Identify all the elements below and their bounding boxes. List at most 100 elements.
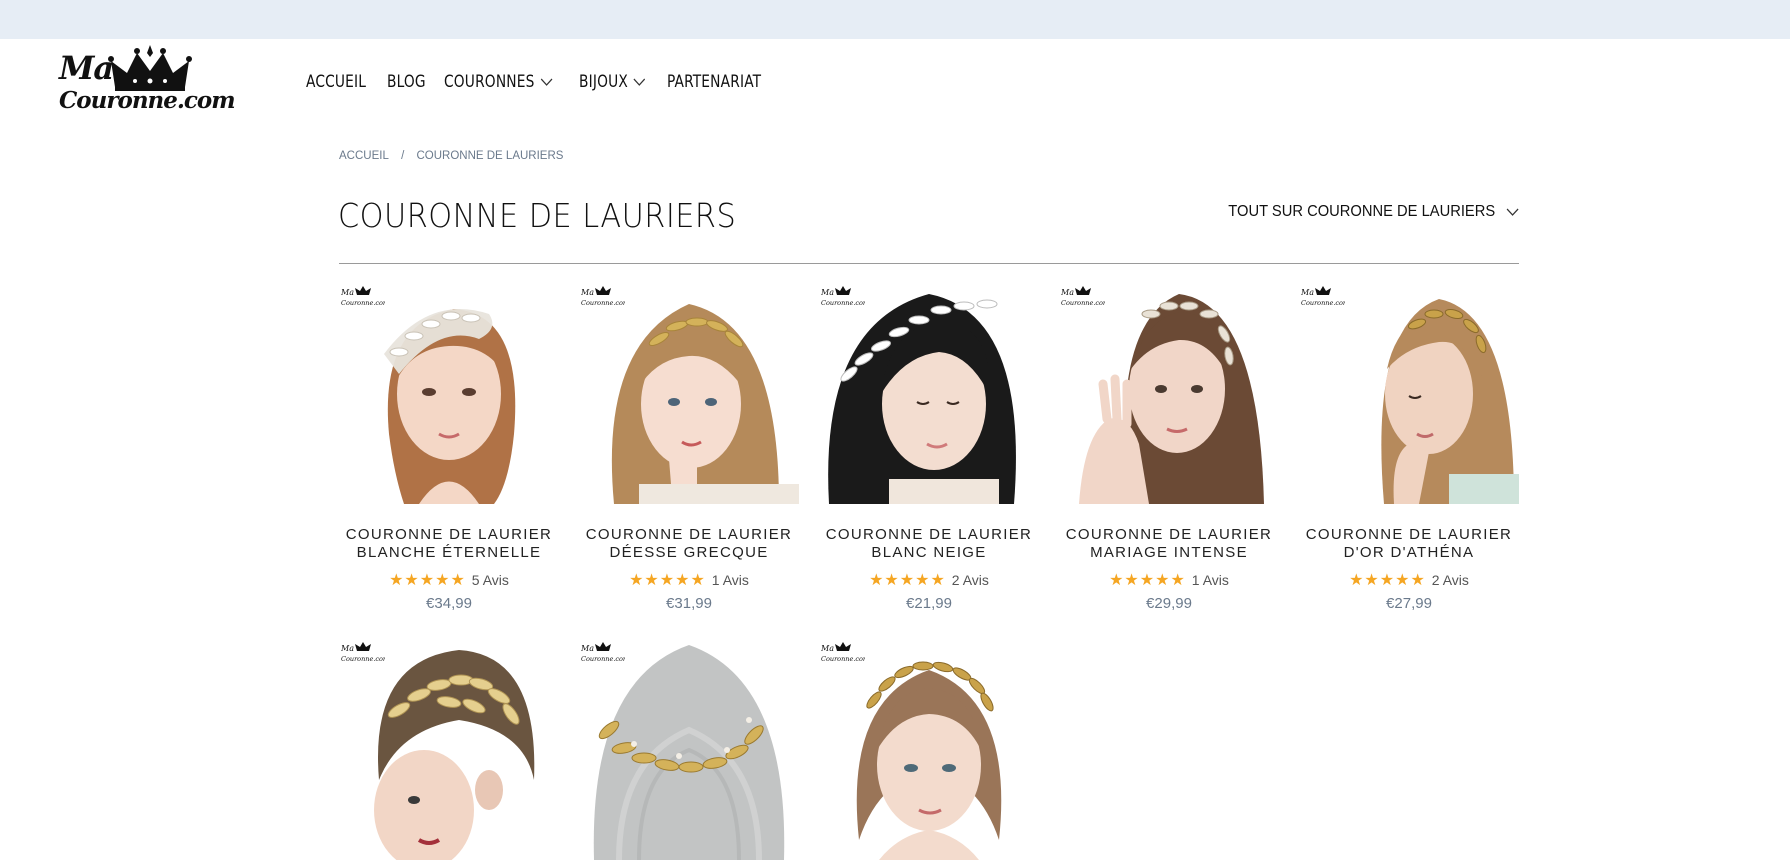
- product-photo-model: [579, 284, 799, 504]
- product-title[interactable]: COURONNE DE LAURIER BLANCHE ÉTERNELLE: [339, 526, 559, 562]
- nav-item-partenariat[interactable]: PARTENARIAT: [667, 72, 761, 92]
- star-icon: ★★★★★: [629, 572, 706, 589]
- product-card[interactable]: Ma Couronne.com COURONNE DE LAURIER BLAN…: [819, 284, 1039, 612]
- svg-text:Ma: Ma: [581, 644, 594, 653]
- nav-item-accueil[interactable]: ACCUEIL: [306, 72, 366, 92]
- nav-item-couronnes[interactable]: COURONNES: [444, 72, 553, 92]
- nav-item-label: COURONNES: [443, 72, 535, 92]
- product-price: €31,99: [666, 595, 712, 612]
- breadcrumb: ACCUEIL / COURONNE DE LAURIERS: [339, 150, 563, 162]
- svg-text:Couronne.com: Couronne.com: [821, 299, 865, 307]
- chevron-down-icon: [1506, 208, 1519, 216]
- filter-label: TOUT SUR COURONNE DE LAURIERS: [1228, 203, 1496, 220]
- breadcrumb-current: COURONNE DE LAURIERS: [416, 150, 564, 162]
- product-photo-model: [1299, 284, 1519, 504]
- logo-word-ma: Ma: [59, 49, 114, 87]
- nav-item-label: BIJOUX: [578, 72, 628, 92]
- review-count[interactable]: 5 Avis: [472, 572, 509, 588]
- product-title[interactable]: COURONNE DE LAURIER BLANC NEIGE: [819, 526, 1039, 562]
- main-nav: ACCUEIL BLOG COURONNES BIJOUX PARTENARIA…: [306, 70, 786, 94]
- review-count[interactable]: 2 Avis: [952, 572, 989, 588]
- product-photo-model: [1059, 284, 1279, 504]
- svg-text:Couronne.com: Couronne.com: [581, 655, 625, 663]
- crown-icon: [108, 45, 192, 91]
- watermark-crown-icon: Ma Couronne.com: [821, 642, 865, 663]
- nav-item-label: ACCUEIL: [306, 72, 367, 92]
- product-image[interactable]: Ma Couronne.com: [1059, 284, 1279, 504]
- product-image[interactable]: Ma Couronne.com: [339, 640, 559, 860]
- top-announcement-bar: [0, 0, 1790, 39]
- site-logo[interactable]: Ma Couronne.com: [57, 43, 236, 123]
- product-price: €27,99: [1386, 595, 1432, 612]
- product-rating: ★★★★★ 2 Avis: [1299, 570, 1519, 590]
- svg-text:Ma: Ma: [581, 288, 594, 297]
- product-card[interactable]: Ma Couronne.com COURONNE DE LAURIER DÉES…: [579, 284, 799, 612]
- product-photo-model: [819, 284, 1039, 504]
- product-image[interactable]: Ma Couronne.com: [339, 284, 559, 504]
- watermark-crown-icon: Ma Couronne.com: [1301, 286, 1345, 307]
- watermark-crown-icon: Ma Couronne.com: [341, 286, 385, 307]
- product-card[interactable]: Ma Couronne.com: [579, 640, 799, 860]
- nav-item-bijoux[interactable]: BIJOUX: [579, 72, 646, 92]
- chevron-down-icon: [633, 78, 646, 86]
- title-divider: [339, 263, 1519, 264]
- product-photo-model: [579, 640, 799, 860]
- watermark-crown-icon: Ma Couronne.com: [1061, 286, 1105, 307]
- product-rating: ★★★★★ 1 Avis: [1059, 570, 1279, 590]
- star-icon: ★★★★★: [1349, 572, 1426, 589]
- collection-filter-dropdown[interactable]: TOUT SUR COURONNE DE LAURIERS: [1228, 203, 1519, 221]
- product-title[interactable]: COURONNE DE LAURIER MARIAGE INTENSE: [1059, 526, 1279, 562]
- product-rating: ★★★★★ 1 Avis: [579, 570, 799, 590]
- product-price: €29,99: [1146, 595, 1192, 612]
- breadcrumb-separator: /: [401, 150, 405, 162]
- watermark-crown-icon: Ma Couronne.com: [581, 642, 625, 663]
- svg-text:Ma: Ma: [1301, 288, 1314, 297]
- chevron-down-icon: [540, 78, 552, 86]
- logo-word-couronne: Couronne.com: [59, 87, 236, 114]
- svg-text:Couronne.com: Couronne.com: [341, 655, 385, 663]
- product-card[interactable]: Ma Couronne.com COURONNE DE LAURIER D'OR…: [1299, 284, 1519, 612]
- product-photo-model: [339, 640, 559, 860]
- svg-text:Couronne.com: Couronne.com: [581, 299, 625, 307]
- product-image[interactable]: Ma Couronne.com: [819, 284, 1039, 504]
- product-title[interactable]: COURONNE DE LAURIER D'OR D'ATHÉNA: [1299, 526, 1519, 562]
- svg-text:Ma: Ma: [821, 288, 834, 297]
- product-image[interactable]: Ma Couronne.com: [579, 284, 799, 504]
- product-photo-model: [339, 284, 559, 504]
- nav-item-label: PARTENARIAT: [666, 72, 762, 92]
- star-icon: ★★★★★: [1109, 572, 1186, 589]
- watermark-crown-icon: Ma Couronne.com: [821, 286, 865, 307]
- nav-item-label: BLOG: [386, 72, 426, 92]
- page-title: COURONNE DE LAURIERS: [338, 196, 737, 235]
- product-price: €21,99: [906, 595, 952, 612]
- svg-text:Couronne.com: Couronne.com: [1061, 299, 1105, 307]
- breadcrumb-home-link[interactable]: ACCUEIL: [339, 150, 389, 162]
- review-count[interactable]: 2 Avis: [1432, 572, 1469, 588]
- watermark-crown-icon: Ma Couronne.com: [341, 642, 385, 663]
- product-rating: ★★★★★ 2 Avis: [819, 570, 1039, 590]
- review-count[interactable]: 1 Avis: [712, 572, 749, 588]
- product-rating: ★★★★★ 5 Avis: [339, 570, 559, 590]
- product-price: €34,99: [426, 595, 472, 612]
- svg-text:Ma: Ma: [1061, 288, 1074, 297]
- product-photo-model: [819, 640, 1039, 860]
- product-card[interactable]: Ma Couronne.com COURONNE DE LAURIER MARI…: [1059, 284, 1279, 612]
- svg-text:Couronne.com: Couronne.com: [821, 655, 865, 663]
- star-icon: ★★★★★: [869, 572, 946, 589]
- nav-item-blog[interactable]: BLOG: [387, 72, 426, 92]
- product-card[interactable]: Ma Couronne.com COURONNE DE LAURIER BLAN…: [339, 284, 559, 612]
- product-card[interactable]: Ma Couronne.com: [819, 640, 1039, 860]
- svg-text:Couronne.com: Couronne.com: [1301, 299, 1345, 307]
- svg-text:Ma: Ma: [821, 644, 834, 653]
- product-title[interactable]: COURONNE DE LAURIER DÉESSE GRECQUE: [579, 526, 799, 562]
- svg-text:Ma: Ma: [341, 288, 354, 297]
- svg-text:Ma: Ma: [341, 644, 354, 653]
- star-icon: ★★★★★: [389, 572, 466, 589]
- svg-text:Couronne.com: Couronne.com: [341, 299, 385, 307]
- product-image[interactable]: Ma Couronne.com: [579, 640, 799, 860]
- review-count[interactable]: 1 Avis: [1192, 572, 1229, 588]
- product-image[interactable]: Ma Couronne.com: [819, 640, 1039, 860]
- product-card[interactable]: Ma Couronne.com: [339, 640, 559, 860]
- product-image[interactable]: Ma Couronne.com: [1299, 284, 1519, 504]
- watermark-crown-icon: Ma Couronne.com: [581, 286, 625, 307]
